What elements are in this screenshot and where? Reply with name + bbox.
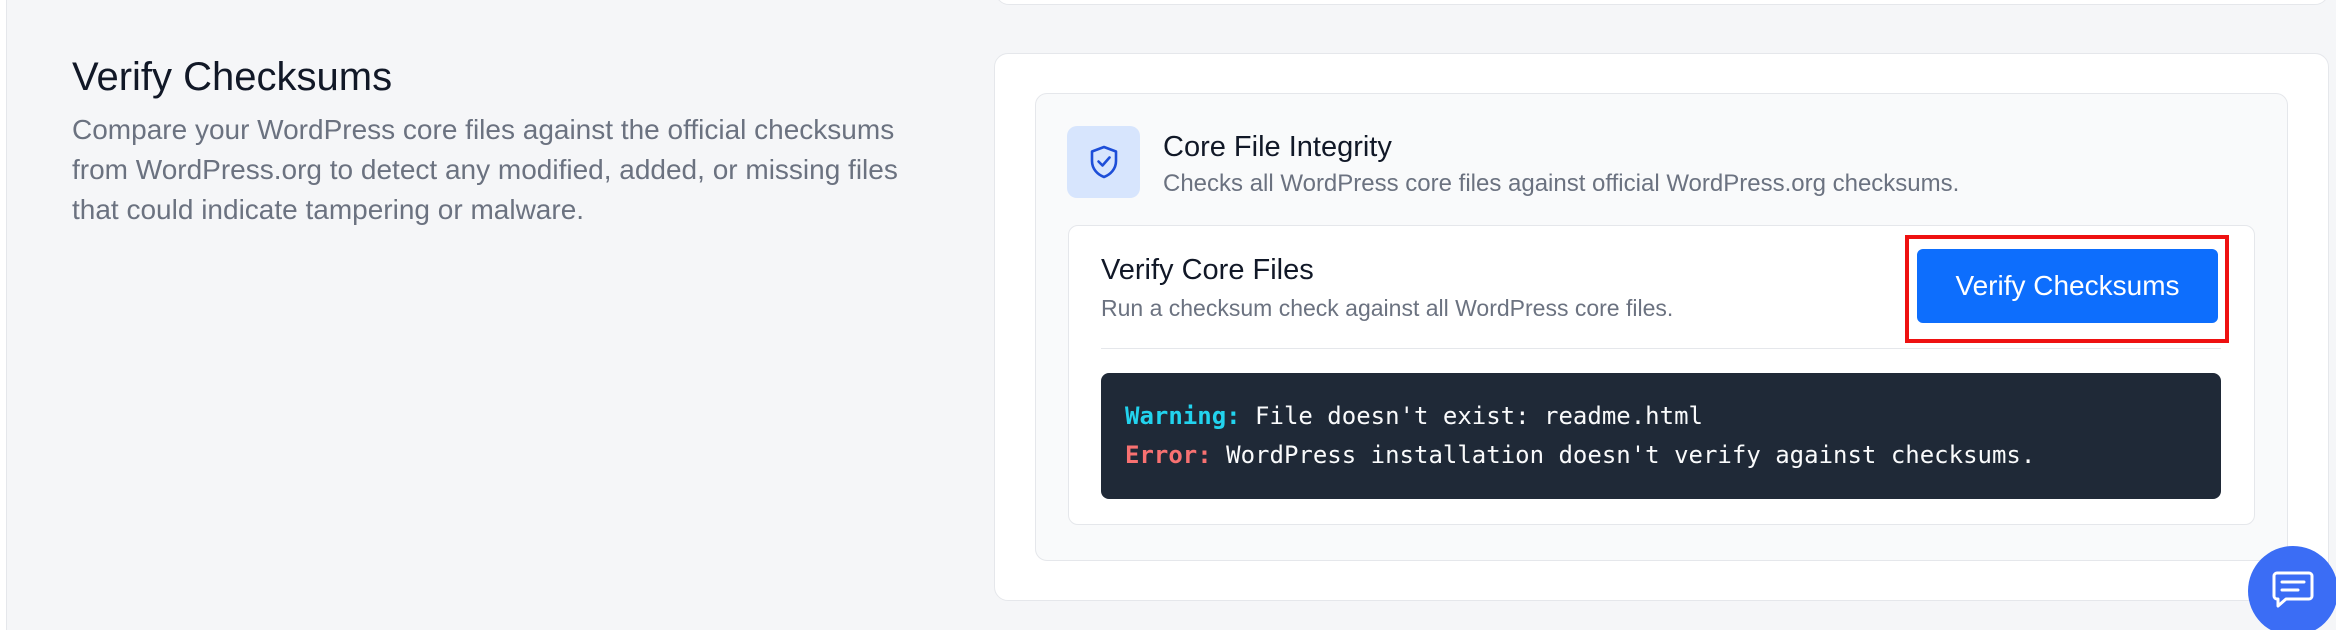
verify-title: Verify Core Files [1101, 254, 1314, 286]
left-rail [0, 0, 7, 630]
log-line-warning: Warning: File doesn't exist: readme.html [1125, 397, 2197, 436]
checksum-output-console: Warning: File doesn't exist: readme.html… [1101, 373, 2221, 499]
chat-icon [2272, 569, 2314, 614]
integrity-subtitle: Checks all WordPress core files against … [1163, 170, 1960, 197]
verify-subtitle: Run a checksum check against all WordPre… [1101, 295, 1674, 321]
previous-card-edge [995, 0, 2329, 5]
warning-label: Warning: [1125, 402, 1241, 430]
chat-button[interactable] [2248, 546, 2336, 630]
section-title: Verify Checksums [72, 55, 393, 99]
verify-checksums-button[interactable]: Verify Checksums [1917, 249, 2218, 323]
error-message: WordPress installation doesn't verify ag… [1211, 441, 2036, 469]
log-line-error: Error: WordPress installation doesn't ve… [1125, 436, 2197, 475]
section-description: Compare your WordPress core files agains… [72, 114, 898, 225]
divider [1101, 348, 2221, 349]
error-label: Error: [1125, 441, 1212, 469]
section-intro: Verify Checksums Compare your WordPress … [72, 52, 952, 230]
warning-message: File doesn't exist: readme.html [1240, 402, 1703, 430]
integrity-title: Core File Integrity [1163, 131, 1392, 163]
shield-check-icon [1067, 126, 1140, 198]
